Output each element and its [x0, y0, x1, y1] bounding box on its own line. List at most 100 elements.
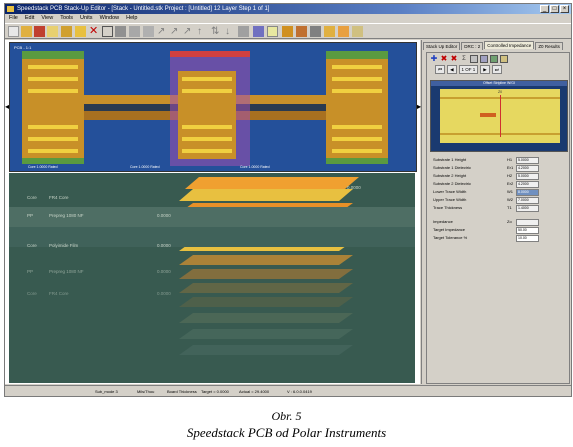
delete-icon[interactable]: ✖: [440, 55, 448, 63]
last-page-icon[interactable]: ⏭: [491, 64, 502, 74]
target-tolerance-field[interactable]: 10.00: [516, 235, 539, 242]
chart-icon[interactable]: [490, 55, 498, 63]
sigma-icon[interactable]: Σ: [460, 55, 468, 63]
arrow-up-right-icon[interactable]: ↗: [170, 26, 181, 37]
layer-material: Prepreg 1080 NF: [49, 269, 84, 274]
menu-file[interactable]: File: [9, 14, 18, 23]
arrow-up2-icon[interactable]: ↑: [197, 26, 208, 37]
chart-icon[interactable]: [324, 26, 335, 37]
arrow-diag-icon[interactable]: ↗: [183, 26, 194, 37]
layer-name: PP: [27, 213, 34, 218]
next-page-icon[interactable]: ▶: [480, 64, 490, 74]
page-indicator: 1 OF 1: [458, 64, 479, 74]
library-icon[interactable]: [61, 26, 72, 37]
move-icon[interactable]: [115, 26, 126, 37]
frame-icon[interactable]: [102, 26, 113, 37]
insert-icon[interactable]: [143, 26, 154, 37]
window-title: Speedstack PCB Stack-Up Editor - [Stack …: [17, 6, 270, 12]
grid-icon[interactable]: [352, 26, 363, 37]
report-icon[interactable]: [282, 26, 293, 37]
calc-icon[interactable]: [470, 55, 478, 63]
menu-units[interactable]: Units: [80, 14, 93, 23]
upper-trace-width-field[interactable]: 7.0000: [516, 197, 539, 204]
field-label: Substrate 2 Height: [433, 173, 467, 178]
impedance-structure-graph[interactable]: Offset Stripline W/GI Z0: [430, 80, 568, 152]
delete-icon[interactable]: ✕: [89, 26, 100, 37]
add-icon[interactable]: ✚: [430, 55, 438, 63]
prev-page-icon[interactable]: ◀: [447, 64, 457, 74]
export-icon[interactable]: [310, 26, 321, 37]
save-icon[interactable]: [34, 26, 45, 37]
3d-stack-view[interactable]: PCB - 1:1 Core 1.0000 Rated Core 1.0000 …: [9, 42, 417, 172]
layer-stack-editor[interactable]: Core FR4 Core PP Prepreg 1080 NF Core Po…: [9, 173, 415, 383]
minimize-button[interactable]: _: [540, 5, 549, 13]
layer-name: Core: [27, 291, 37, 296]
figure-caption: Speedstack PCB od Polar Instruments: [186, 425, 387, 440]
tool-icon[interactable]: [238, 26, 249, 37]
new-file-icon[interactable]: [8, 26, 19, 37]
field-label: Trace Thickness: [433, 205, 463, 210]
swap-icon[interactable]: ⇅: [211, 26, 222, 37]
graph-title: Offset Stripline W/GI: [431, 81, 567, 86]
first-page-icon[interactable]: ⏮: [435, 64, 446, 74]
clear-icon[interactable]: ✖: [450, 55, 458, 63]
layer-material: Prepreg 1080 NF: [49, 213, 84, 218]
menu-view[interactable]: View: [41, 14, 53, 23]
field-label: Upper Trace Width: [433, 197, 467, 202]
shape-icon[interactable]: [253, 26, 264, 37]
layer-thickness: 0.0000: [157, 243, 171, 248]
tab-controlled-impedance[interactable]: Controlled Impedance: [484, 41, 535, 49]
view-bottom-label: Core 1.0000 Rated: [130, 165, 160, 169]
layer-name: PP: [27, 269, 34, 274]
arrow-down-icon[interactable]: ↓: [225, 26, 236, 37]
view-bottom-label: Core 1.0000 Rated: [28, 165, 58, 169]
right-panel: Stack Up Editor DRC : 2 Controlled Imped…: [421, 40, 571, 384]
note-icon[interactable]: [267, 26, 278, 37]
field-symbol: Er1: [507, 165, 514, 170]
application-window: Speedstack PCB Stack-Up Editor - [Stack …: [4, 3, 572, 397]
editor-pane: ◀ ▶: [5, 40, 421, 384]
view-corner-label: PCB - 1:1: [14, 45, 32, 50]
arrow-up-icon[interactable]: ↗: [157, 26, 168, 37]
open-folder-icon[interactable]: [21, 26, 32, 37]
align-icon[interactable]: [129, 26, 140, 37]
print-icon[interactable]: [47, 26, 58, 37]
maximize-button[interactable]: □: [550, 5, 559, 13]
substrate-1-dielectric-field[interactable]: 4.2000: [516, 165, 539, 172]
layers-icon[interactable]: [338, 26, 349, 37]
close-button[interactable]: ×: [560, 5, 569, 13]
trace-thickness-field[interactable]: 1.4000: [516, 205, 539, 212]
field-symbol: W2: [507, 197, 513, 202]
substrate-1-height-field[interactable]: 5.0000: [516, 157, 539, 164]
stack-icon[interactable]: [296, 26, 307, 37]
layer-thickness: 0.0000: [157, 213, 171, 218]
layer-material: Polyimide Film: [49, 243, 79, 248]
lower-trace-width-field[interactable]: 8.0000: [516, 189, 539, 196]
layer-icon[interactable]: [75, 26, 86, 37]
status-actual: Actual = 29.4000: [239, 389, 270, 394]
tab-drc[interactable]: DRC : 2: [461, 42, 484, 50]
status-target: Target = 0.0000: [201, 389, 229, 394]
field-label: Substrate 1 Height: [433, 157, 467, 162]
substrate-2-height-field[interactable]: 5.0000: [516, 173, 539, 180]
title-bar: Speedstack PCB Stack-Up Editor - [Stack …: [5, 4, 571, 14]
tab-stack-up-editor[interactable]: Stack Up Editor: [423, 42, 461, 50]
export-icon[interactable]: [500, 55, 508, 63]
impedance-value: [516, 219, 539, 226]
3d-board-render: [10, 43, 416, 171]
figure-number: Obr. 5: [271, 409, 302, 423]
status-units: Mils/Thou: [137, 389, 155, 394]
menu-edit[interactable]: Edit: [25, 14, 34, 23]
tab-z0-results[interactable]: Z0 Results: [535, 42, 563, 50]
panel-tabs: Stack Up Editor DRC : 2 Controlled Imped…: [423, 41, 564, 50]
toolbar: ✕ ↗ ↗ ↗ ↑ ⇅ ↓: [5, 23, 571, 39]
table-icon[interactable]: [480, 55, 488, 63]
field-symbol: Er2: [507, 181, 514, 186]
menu-window[interactable]: Window: [100, 14, 120, 23]
page-navigator: ⏮ ◀ 1 OF 1 ▶ ⏭: [435, 64, 502, 74]
menu-tools[interactable]: Tools: [60, 14, 73, 23]
substrate-2-dielectric-field[interactable]: 4.2000: [516, 181, 539, 188]
target-impedance-field[interactable]: 50.00: [516, 227, 539, 234]
field-label: Substrate 1 Dielectric: [433, 165, 472, 170]
menu-help[interactable]: Help: [126, 14, 137, 23]
